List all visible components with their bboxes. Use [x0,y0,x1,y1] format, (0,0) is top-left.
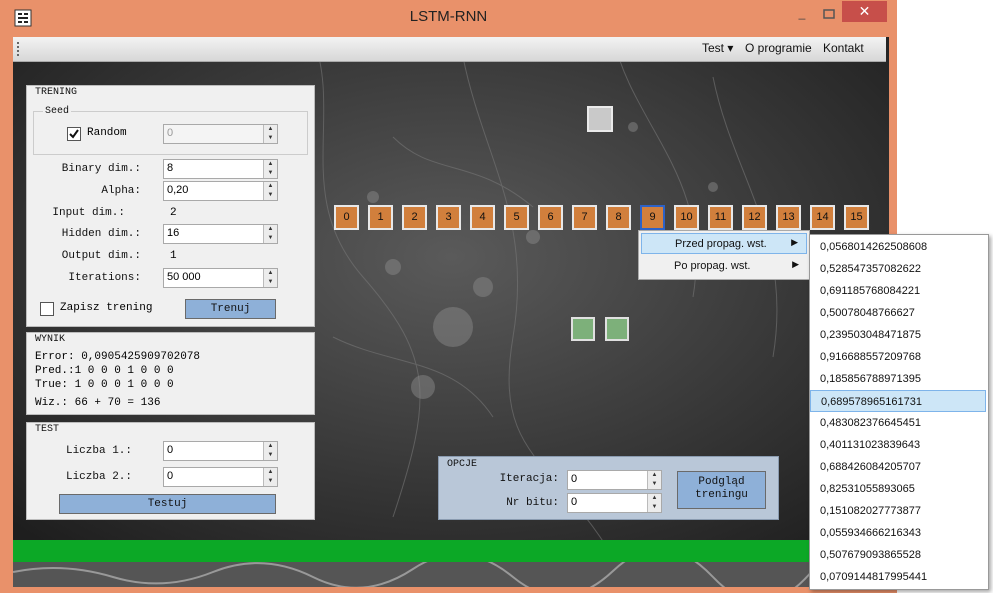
submenu-value-item[interactable]: 0,239503048471875 [810,324,986,346]
menu-kontakt[interactable]: Kontakt [823,41,864,55]
context-item-przed-label: Przed propag. wst. [675,238,767,250]
menu-grip[interactable] [17,42,22,56]
input-dim-value: 2 [170,207,177,219]
nr-bitu-input[interactable]: 0 ▲ ▼ [567,493,662,513]
alpha-input[interactable]: 0,20 ▲ ▼ [163,181,278,201]
menu-bar: Test ▾ O programie Kontakt [13,37,886,62]
preview-training-button[interactable]: Podgląd treningu [677,471,766,509]
submenu-value-item[interactable]: 0,055934666216343 [810,522,986,544]
bit-cell-5[interactable]: 5 [504,205,529,230]
submenu-value-item[interactable]: 0,528547357082622 [810,258,986,280]
bit-cell-15[interactable]: 15 [844,205,869,230]
wiz-text: Wiz.: 66 + 70 = 136 [35,397,161,409]
context-item-po[interactable]: Po propag. wst. ▶ [641,256,807,277]
preview-training-line1: Podgląd [698,476,745,488]
output-dim-label: Output dim.: [61,250,141,262]
bit-cell-4[interactable]: 4 [470,205,495,230]
save-training-label: Zapisz trening [60,302,153,314]
binary-dim-label: Binary dim.: [61,163,141,175]
submenu-value-item[interactable]: 0,507679093865528 [810,544,986,566]
submenu-value-item[interactable]: 0,691185768084221 [810,280,986,302]
submenu-value-item[interactable]: 0,0568014262508608 [810,236,986,258]
bit-cell-13[interactable]: 13 [776,205,801,230]
submenu-arrow-icon: ▶ [792,259,799,269]
input-cell-gray[interactable] [587,106,613,132]
opcje-title: OPCJE [447,459,478,470]
submenu-value-item[interactable]: 0,50078048766627 [810,302,986,324]
wynik-panel: WYNIK Error: 0,0905425909702078 Pred.:1 … [26,332,315,415]
submenu-arrow-icon: ▶ [791,237,798,247]
bit-cell-12[interactable]: 12 [742,205,767,230]
liczba1-label: Liczba 1.: [65,445,132,457]
alpha-label: Alpha: [101,185,141,197]
liczba2-label: Liczba 2.: [65,471,132,483]
bit-cell-6[interactable]: 6 [538,205,563,230]
submenu-value-item[interactable]: 0,688426084205707 [810,456,986,478]
bit-cell-0[interactable]: 0 [334,205,359,230]
bit-cell-1[interactable]: 1 [368,205,393,230]
input-dim-label: Input dim.: [52,207,125,219]
output-dim-value: 1 [170,250,177,262]
binary-dim-input[interactable]: 8 ▲ ▼ [163,159,278,179]
window-title: LSTM-RNN [409,8,488,25]
submenu-value-item[interactable]: 0,151082027773877 [810,500,986,522]
context-item-przed[interactable]: Przed propag. wst. ▶ [641,233,807,254]
seed-title: Seed [43,106,72,117]
output-cell-1[interactable] [571,317,595,341]
context-menu: Przed propag. wst. ▶ Po propag. wst. ▶ [638,230,810,280]
output-cell-2[interactable] [605,317,629,341]
hidden-dim-label: Hidden dim.: [61,228,141,240]
preview-training-line2: treningu [695,489,748,501]
test-panel: TEST Liczba 1.: 0 ▲ ▼ Liczba 2.: 0 ▲ ▼ Testu… [26,422,315,520]
iterations-label: Iterations: [68,272,141,284]
train-button[interactable]: Trenuj [185,299,276,319]
submenu-value-item[interactable]: 0,0709144817995441 [810,566,986,588]
opcje-panel: OPCJE Iteracja: 0 ▲ ▼ Nr bitu: 0 ▲ ▼ Podgląd… [438,456,779,520]
context-item-po-label: Po propag. wst. [674,260,751,272]
trening-title: TRENING [35,87,78,98]
menu-o-programie[interactable]: O programie [745,41,812,55]
random-label: Random [87,127,127,139]
submenu-value-item[interactable]: 0,185856788971395 [810,368,986,390]
random-checkbox[interactable] [67,127,81,141]
error-text: Error: 0,0905425909702078 [35,351,201,363]
test-title: TEST [35,424,60,435]
nr-bitu-label: Nr bitu: [506,497,559,509]
liczba1-input[interactable]: 0 ▲ ▼ [163,441,278,461]
menu-test[interactable]: Test ▾ [702,41,733,55]
seed-input[interactable]: 0 ▲ ▼ [163,124,278,144]
bit-cell-11[interactable]: 11 [708,205,733,230]
progress-bar [13,540,811,562]
iterations-input[interactable]: 50 000 ▲ ▼ [163,268,278,288]
liczba2-input[interactable]: 0 ▲ ▼ [163,467,278,487]
bit-cell-2[interactable]: 2 [402,205,427,230]
bit-cell-10[interactable]: 10 [674,205,699,230]
submenu-value-item[interactable]: 0,483082376645451 [810,412,986,434]
iteracja-label: Iteracja: [499,473,559,485]
maximize-button[interactable] [817,6,841,26]
iteracja-input[interactable]: 0 ▲ ▼ [567,470,662,490]
trening-panel: TRENING Seed Random 0 ▲ ▼ Binary dim.: 8 ▲… [26,85,315,327]
bit-cell-3[interactable]: 3 [436,205,461,230]
bit-cell-14[interactable]: 14 [810,205,835,230]
minimize-button[interactable]: _ [790,6,814,26]
bit-cell-9[interactable]: 9 [640,205,665,230]
hidden-dim-input[interactable]: 16 ▲ ▼ [163,224,278,244]
pred-text: Pred.:1 0 0 0 1 0 0 0 [35,365,174,377]
values-submenu: 0,0568014262508608 0,528547357082622 0,691… [809,234,989,590]
bit-cell-8[interactable]: 8 [606,205,631,230]
submenu-value-item[interactable]: 0,689578965161731 [810,390,986,412]
close-button[interactable]: ✕ [842,1,887,22]
save-training-checkbox[interactable] [40,302,54,316]
submenu-value-item[interactable]: 0,401131023839643 [810,434,986,456]
wynik-title: WYNIK [35,334,66,345]
submenu-value-item[interactable]: 0,82531055893065 [810,478,986,500]
bit-cell-7[interactable]: 7 [572,205,597,230]
submenu-value-item[interactable]: 0,916688557209768 [810,346,986,368]
true-text: True: 1 0 0 0 1 0 0 0 [35,379,174,391]
test-button[interactable]: Testuj [59,494,276,514]
title-bar[interactable]: LSTM-RNN _ ✕ [0,0,897,37]
